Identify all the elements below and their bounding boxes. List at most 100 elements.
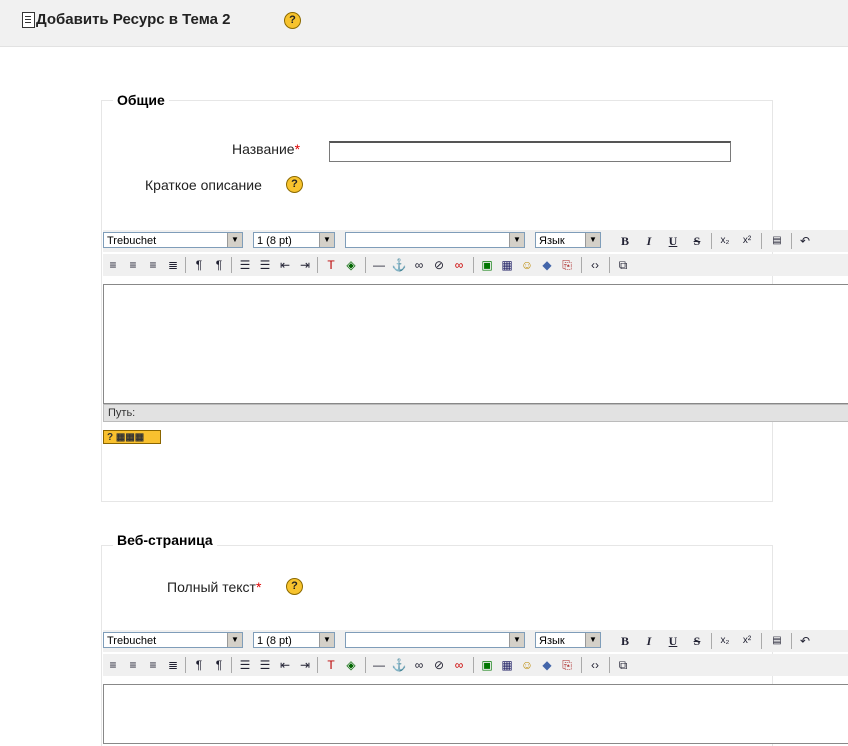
toolbar-separator [473, 257, 474, 273]
subscript-button[interactable]: x₂ [717, 233, 733, 249]
toolbar-separator [791, 233, 792, 249]
format-select[interactable]: ▼ [345, 232, 525, 248]
ltr-icon[interactable]: ¶ [191, 657, 207, 673]
underline-button[interactable]: U [665, 633, 681, 649]
toolbar-separator [581, 257, 582, 273]
link-icon[interactable]: ∞ [411, 257, 427, 273]
text-color-icon[interactable]: T [323, 257, 339, 273]
font-size-select[interactable]: 1 (8 pt) ▼ [253, 232, 335, 248]
anchor-icon[interactable]: ⚓ [391, 657, 407, 673]
unlink-icon[interactable]: ⊘ [431, 257, 447, 273]
superscript-button[interactable]: x² [739, 233, 755, 249]
underline-button[interactable]: U [665, 233, 681, 249]
ordered-list-icon[interactable]: ☰ [237, 257, 253, 273]
ordered-list-icon[interactable]: ☰ [237, 657, 253, 673]
align-justify-icon[interactable]: ≣ [165, 257, 181, 273]
page-title: Добавить Ресурс в Тема 2 [36, 11, 231, 28]
outdent-icon[interactable]: ⇤ [277, 257, 293, 273]
toolbar-separator [711, 233, 712, 249]
rtl-icon[interactable]: ¶ [211, 257, 227, 273]
unordered-list-icon[interactable]: ☰ [257, 657, 273, 673]
smiley-icon[interactable]: ☺ [519, 657, 535, 673]
summary-help-icon[interactable]: ? [286, 176, 303, 193]
format-select[interactable]: ▼ [345, 632, 525, 648]
font-family-select[interactable]: Trebuchet ▼ [103, 632, 243, 648]
nolink-icon[interactable]: ∞ [451, 257, 467, 273]
toolbar-separator [609, 257, 610, 273]
language-select[interactable]: Язык ▼ [535, 632, 601, 648]
chevron-down-icon: ▼ [585, 633, 600, 647]
undo-icon[interactable]: ↶ [797, 233, 813, 249]
language-select[interactable]: Язык ▼ [535, 232, 601, 248]
summary-text-area[interactable] [103, 284, 848, 404]
toolbar-separator [231, 657, 232, 673]
align-right-icon[interactable]: ≡ [145, 657, 161, 673]
background-color-icon[interactable]: ◈ [343, 657, 359, 673]
editor-toolbar-row-2: ≡ ≡ ≡ ≣ ¶ ¶ ☰ ☰ ⇤ ⇥ T ◈ — ⚓ ∞ ⊘ ∞ ▣ ▦ ☺ … [103, 254, 848, 276]
fullscreen-icon[interactable]: ⧉ [615, 257, 631, 273]
toolbar-separator [185, 657, 186, 673]
image-icon[interactable]: ▣ [479, 257, 495, 273]
toolbar-separator [711, 633, 712, 649]
special-char-icon[interactable]: ◆ [539, 257, 555, 273]
search-replace-icon[interactable]: ⎘ [559, 257, 575, 273]
ltr-icon[interactable]: ¶ [191, 257, 207, 273]
bold-button[interactable]: B [617, 633, 633, 649]
italic-button[interactable]: I [641, 633, 657, 649]
document-icon [22, 12, 35, 28]
anchor-icon[interactable]: ⚓ [391, 257, 407, 273]
fulltext-text-area[interactable] [103, 684, 848, 744]
text-color-icon[interactable]: T [323, 657, 339, 673]
toolbar-separator [317, 657, 318, 673]
background-color-icon[interactable]: ◈ [343, 257, 359, 273]
indent-icon[interactable]: ⇥ [297, 257, 313, 273]
rtl-icon[interactable]: ¶ [211, 657, 227, 673]
align-left-icon[interactable]: ≡ [105, 657, 121, 673]
general-legend: Общие [113, 92, 169, 108]
chevron-down-icon: ▼ [319, 233, 334, 247]
indent-icon[interactable]: ⇥ [297, 657, 313, 673]
link-icon[interactable]: ∞ [411, 657, 427, 673]
toolbar-separator [609, 657, 610, 673]
horizontal-rule-icon[interactable]: — [371, 657, 387, 673]
table-icon[interactable]: ▦ [499, 657, 515, 673]
undo-icon[interactable]: ↶ [797, 633, 813, 649]
align-right-icon[interactable]: ≡ [145, 257, 161, 273]
nolink-icon[interactable]: ∞ [451, 657, 467, 673]
clean-word-icon[interactable]: ▤ [769, 233, 785, 249]
help-icon[interactable]: ? [284, 12, 301, 29]
unlink-icon[interactable]: ⊘ [431, 657, 447, 673]
font-size-select[interactable]: 1 (8 pt) ▼ [253, 632, 335, 648]
name-input[interactable] [329, 141, 731, 162]
align-justify-icon[interactable]: ≣ [165, 657, 181, 673]
special-char-icon[interactable]: ◆ [539, 657, 555, 673]
italic-button[interactable]: I [641, 233, 657, 249]
subscript-button[interactable]: x₂ [717, 633, 733, 649]
strikethrough-button[interactable]: S [689, 633, 705, 649]
align-left-icon[interactable]: ≡ [105, 257, 121, 273]
fulltext-editor: Trebuchet ▼ 1 (8 pt) ▼ ▼ Язык ▼ B I U S x₂ … [103, 630, 848, 744]
chevron-down-icon: ▼ [585, 233, 600, 247]
superscript-button[interactable]: x² [739, 633, 755, 649]
html-source-icon[interactable]: ‹› [587, 657, 603, 673]
outdent-icon[interactable]: ⇤ [277, 657, 293, 673]
path-bar: Путь: [103, 404, 848, 422]
horizontal-rule-icon[interactable]: — [371, 257, 387, 273]
bold-button[interactable]: B [617, 233, 633, 249]
fullscreen-icon[interactable]: ⧉ [615, 657, 631, 673]
image-icon[interactable]: ▣ [479, 657, 495, 673]
html-source-icon[interactable]: ‹› [587, 257, 603, 273]
fulltext-help-icon[interactable]: ? [286, 578, 303, 595]
align-center-icon[interactable]: ≡ [125, 657, 141, 673]
clean-word-icon[interactable]: ▤ [769, 633, 785, 649]
search-replace-icon[interactable]: ⎘ [559, 657, 575, 673]
align-center-icon[interactable]: ≡ [125, 257, 141, 273]
smiley-icon[interactable]: ☺ [519, 257, 535, 273]
font-family-select[interactable]: Trebuchet ▼ [103, 232, 243, 248]
strikethrough-button[interactable]: S [689, 233, 705, 249]
table-icon[interactable]: ▦ [499, 257, 515, 273]
keyboard-help-button[interactable]: ? ▦▦▦ [103, 430, 161, 444]
fulltext-label: Полный текст* [167, 579, 262, 595]
toolbar-separator [761, 233, 762, 249]
unordered-list-icon[interactable]: ☰ [257, 257, 273, 273]
